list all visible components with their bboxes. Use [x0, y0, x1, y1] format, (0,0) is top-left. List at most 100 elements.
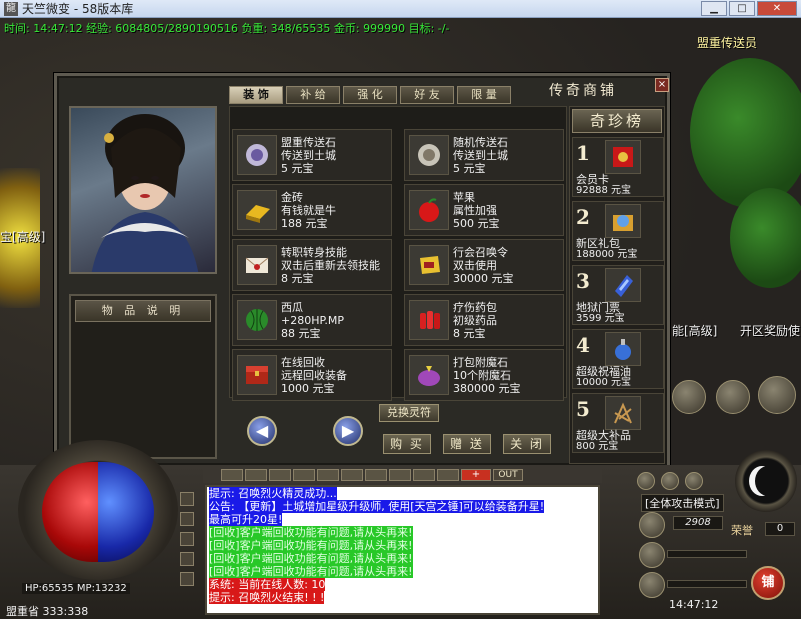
skill-slot-icon[interactable] [672, 380, 706, 414]
shop-window: 物 品 说 明 装 饰 补 给 强 化 好 友 限 量 传奇商铺 × 盟重传送石… [54, 73, 670, 468]
item-name: 打包附魔石 [453, 355, 508, 369]
ranking-item-name: 地狱门票 [576, 301, 620, 314]
chat-tool-icon[interactable] [221, 469, 243, 481]
item-price: 188 元宝 [281, 216, 328, 230]
tab-enhance[interactable]: 强 化 [343, 86, 397, 104]
tab-limited[interactable]: 限 量 [457, 86, 511, 104]
chat-out-button[interactable]: OUT [493, 469, 523, 481]
tab-supply[interactable]: 补 给 [286, 86, 340, 104]
ranking-item-price: 10000 元宝 [576, 377, 631, 388]
npc-portrait [69, 106, 217, 274]
shop-item[interactable]: 在线回收 远程回收装备 1000 元宝 [232, 349, 392, 401]
attack-mode-label[interactable]: [全体攻击模式] [641, 494, 724, 512]
item-grid: 盟重传送石 传送到土城 5 元宝 金砖 有钱就是牛 188 元宝 转职转身技能 双击后重新… [229, 106, 567, 401]
gift-button[interactable]: 赠 送 [443, 434, 491, 454]
ranking-item-name: 新区礼包 [576, 237, 620, 250]
right-hud: [全体攻击模式] 2908 荣誉 0 铺 14:47:12 [605, 450, 801, 619]
chat-tool-icon[interactable] [341, 469, 363, 481]
item-price: 30000 元宝 [453, 271, 514, 285]
shop-button[interactable]: 铺 [751, 566, 785, 600]
chat-channel-icon[interactable] [180, 512, 194, 526]
buy-button[interactable]: 购 买 [383, 434, 431, 454]
shop-item[interactable]: 打包附魔石 10个附魔石 380000 元宝 [404, 349, 564, 401]
tab-decoration[interactable]: 装 饰 [229, 86, 283, 104]
exchange-talisman-button[interactable]: 兑换灵符 [379, 404, 439, 422]
ranking-item-price: 92888 元宝 [576, 185, 631, 196]
close-shop-button[interactable]: 关 闭 [503, 434, 551, 454]
chat-tool-icon[interactable] [413, 469, 435, 481]
item-desc: 属性加强 [453, 203, 497, 217]
ranking-item[interactable]: 1 会员卡 92888 元宝 [572, 137, 664, 197]
npc-name-label[interactable]: 开区奖励使 [740, 322, 800, 339]
ranking-item-name: 超级大补品 [576, 429, 631, 442]
shop-item[interactable]: 盟重传送石 传送到土城 5 元宝 [232, 129, 392, 181]
shop-close-icon[interactable]: × [655, 78, 669, 92]
npc-name-label[interactable]: 能[高级] [672, 322, 717, 339]
next-page-button[interactable]: ▶ [333, 416, 363, 446]
honor-label: 荣誉 [731, 524, 753, 537]
item-description-title: 物 品 说 明 [75, 300, 211, 322]
shop-item[interactable]: 行会召唤令 双击使用 30000 元宝 [404, 239, 564, 291]
menu-icon[interactable] [637, 472, 655, 490]
item-name: 疗伤药包 [453, 300, 497, 314]
npc-name-label[interactable]: 宝[高级] [0, 228, 45, 245]
maximize-button[interactable]: □ [729, 1, 755, 16]
chat-channel-icon[interactable] [180, 572, 194, 586]
ranking-item-name: 超级祝福油 [576, 365, 631, 378]
chat-channel-icon[interactable] [180, 532, 194, 546]
shop-item[interactable]: 随机传送石 传送到土城 5 元宝 [404, 129, 564, 181]
item-name: 转职转身技能 [281, 245, 347, 259]
ranking-item-price: 188000 元宝 [576, 249, 638, 260]
prev-page-button[interactable]: ◀ [247, 416, 277, 446]
shop-item[interactable]: 西瓜 +280HP.MP 88 元宝 [232, 294, 392, 346]
ranking-item-price: 800 元宝 [576, 441, 619, 452]
chat-line: [回收]客户端回收功能有问题,请从头再来! [209, 552, 413, 565]
chat-line: [回收]客户端回收功能有问题,请从头再来! [209, 539, 413, 552]
close-window-button[interactable]: ✕ [757, 1, 797, 16]
shop-item[interactable]: 疗伤药包 初级药品 8 元宝 [404, 294, 564, 346]
summon-token-icon [409, 245, 449, 285]
tab-friend[interactable]: 好 友 [400, 86, 454, 104]
chat-tool-icon[interactable] [365, 469, 387, 481]
level-value: 2908 [673, 516, 723, 530]
npc-name-label[interactable]: 盟重传送员 [697, 34, 757, 51]
ranking-item[interactable]: 2 新区礼包 188000 元宝 [572, 201, 664, 261]
blessing-oil-icon [605, 332, 641, 366]
letter-icon [237, 245, 277, 285]
honor-value: 0 [765, 522, 795, 536]
ranking-item[interactable]: 5 超级大补品 800 元宝 [572, 393, 664, 453]
gem-bag-icon [409, 355, 449, 395]
menu-icon[interactable] [685, 472, 703, 490]
chat-line: 最高可升20星! [209, 513, 283, 526]
chat-line: 系统: 当前在线人数: 10 [209, 578, 326, 591]
location-readout: 盟重省 333:338 [6, 605, 89, 618]
chat-tool-icon[interactable] [245, 469, 267, 481]
chat-channel-icon[interactable] [180, 492, 194, 506]
shop-item[interactable]: 金砖 有钱就是牛 188 元宝 [232, 184, 392, 236]
chat-line: [回收]客户端回收功能有问题,请从头再来! [209, 526, 413, 539]
item-desc: 有钱就是牛 [281, 203, 336, 217]
chat-expand-button[interactable]: + [461, 469, 491, 481]
chat-log[interactable]: 提示: 召唤烈火精灵成功... 公告: 【更新】土城增加星级升级师, 使用[天宫之… [205, 485, 600, 615]
skill-slot-icon[interactable] [716, 380, 750, 414]
gift-pack-icon [605, 204, 641, 238]
chat-tool-icon[interactable] [269, 469, 291, 481]
ranking-item[interactable]: 3 地狱门票 3599 元宝 [572, 265, 664, 325]
item-desc: 10个附魔石 [453, 368, 511, 382]
chat-tool-icon[interactable] [437, 469, 459, 481]
minimize-button[interactable]: ▁ [701, 1, 727, 16]
shop-item[interactable]: 苹果 属性加强 500 元宝 [404, 184, 564, 236]
menu-icon[interactable] [661, 472, 679, 490]
item-price: 8 元宝 [281, 271, 314, 285]
item-desc: 双击使用 [453, 258, 497, 272]
ranking-number: 3 [576, 269, 590, 293]
shop-item[interactable]: 转职转身技能 双击后重新去领技能 8 元宝 [232, 239, 392, 291]
ranking-number: 2 [576, 205, 590, 229]
skill-slot-icon[interactable] [758, 376, 796, 414]
chat-tool-icon[interactable] [293, 469, 315, 481]
chat-tool-icon[interactable] [317, 469, 339, 481]
ticket-icon [605, 268, 641, 302]
chat-channel-icon[interactable] [180, 552, 194, 566]
ranking-item[interactable]: 4 超级祝福油 10000 元宝 [572, 329, 664, 389]
chat-tool-icon[interactable] [389, 469, 411, 481]
